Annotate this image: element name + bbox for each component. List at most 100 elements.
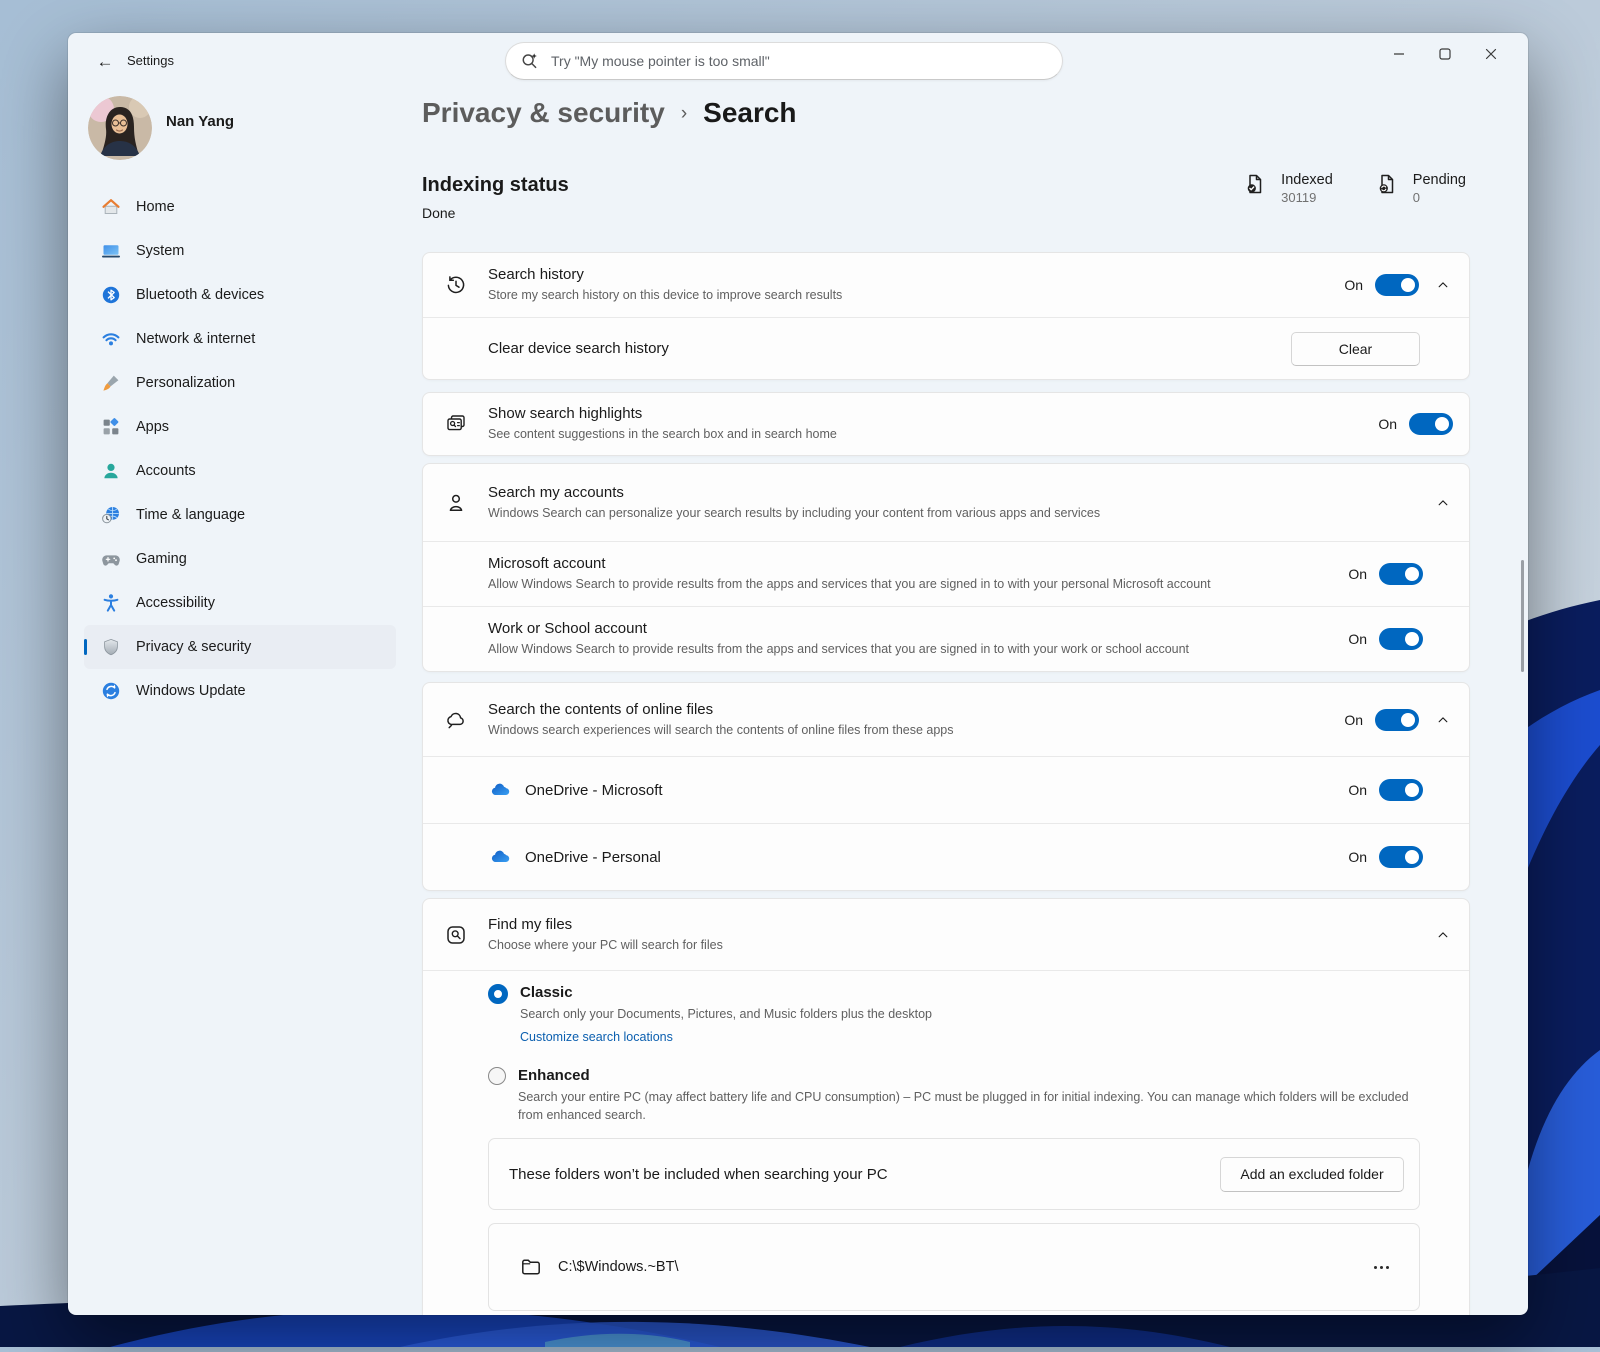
enhanced-option[interactable]: Enhanced Search your entire PC (may affe… <box>488 1066 1420 1124</box>
sidebar-item-network[interactable]: Network & internet <box>84 317 396 361</box>
sidebar-item-system[interactable]: System <box>84 229 396 273</box>
radio-label: Classic <box>520 984 573 1001</box>
indexing-status-value: Done <box>422 205 456 221</box>
apps-icon <box>100 417 121 438</box>
sidebar-item-accessibility[interactable]: Accessibility <box>84 581 396 625</box>
clear-history-label: Clear device search history <box>488 340 669 357</box>
search-accounts-card: Search my accounts Windows Search can pe… <box>422 463 1470 672</box>
history-icon <box>444 273 468 297</box>
breadcrumb-parent[interactable]: Privacy & security <box>422 97 665 129</box>
microsoft-account-toggle[interactable] <box>1379 563 1423 585</box>
search-highlights-card: Show search highlights See content sugge… <box>422 392 1470 456</box>
onedrive-icon <box>489 778 513 802</box>
more-options-icon[interactable] <box>1374 1265 1389 1269</box>
search-accounts-header[interactable]: Search my accounts Windows Search can pe… <box>423 464 1469 541</box>
row-title: OneDrive - Microsoft <box>525 781 663 799</box>
indexed-stat: Indexed 30119 <box>1243 172 1333 205</box>
sidebar-item-privacy-security[interactable]: Privacy & security <box>84 625 396 669</box>
pending-label: Pending <box>1412 172 1466 188</box>
row-title: Search the contents of online files <box>488 700 714 718</box>
add-excluded-folder-button[interactable]: Add an excluded folder <box>1220 1156 1404 1192</box>
sidebar-item-personalization[interactable]: Personalization <box>84 361 396 405</box>
sidebar-item-windows-update[interactable]: Windows Update <box>84 669 396 713</box>
row-description: See content suggestions in the search bo… <box>488 427 837 441</box>
sidebar-item-label: Accessibility <box>136 595 215 611</box>
row-description: Allow Windows Search to provide results … <box>488 577 1211 591</box>
excluded-folders-label: These folders won’t be included when sea… <box>509 1165 888 1183</box>
page-title: Search <box>703 97 797 128</box>
chevron-up-icon[interactable] <box>1433 275 1453 295</box>
scrollbar-thumb[interactable] <box>1521 560 1524 672</box>
clear-button[interactable]: Clear <box>1291 331 1420 366</box>
find-my-files-card: Find my files Choose where your PC will … <box>422 898 1470 1315</box>
avatar[interactable] <box>88 96 152 160</box>
sidebar-item-label: Bluetooth & devices <box>136 287 265 303</box>
chevron-up-icon[interactable] <box>1433 925 1453 945</box>
indexing-status-title: Indexing status <box>422 174 569 196</box>
clear-history-row: Clear device search history Clear <box>423 318 1469 379</box>
sidebar-item-accounts[interactable]: Accounts <box>84 449 396 493</box>
search-history-toggle[interactable] <box>1375 274 1419 296</box>
breadcrumb-separator-icon: › <box>680 103 688 124</box>
onedrive-personal-toggle[interactable] <box>1379 846 1423 868</box>
row-description: Store my search history on this device t… <box>488 288 843 302</box>
sidebar-item-label: Home <box>136 199 175 215</box>
work-school-account-toggle[interactable] <box>1379 628 1423 650</box>
excluded-folder-row[interactable]: C:\$Windows.~BT\ <box>488 1223 1420 1311</box>
online-files-header[interactable]: Search the contents of online files Wind… <box>423 683 1469 756</box>
search-input[interactable] <box>549 52 1048 70</box>
chevron-up-icon[interactable] <box>1433 710 1453 730</box>
sidebar-item-bluetooth[interactable]: Bluetooth & devices <box>84 273 396 317</box>
accounts-icon <box>100 461 121 482</box>
cloud-search-icon <box>444 708 468 732</box>
onedrive-microsoft-toggle[interactable] <box>1379 779 1423 801</box>
folder-icon <box>522 1259 540 1275</box>
chevron-up-icon[interactable] <box>1433 493 1453 513</box>
row-title: Find my files <box>488 915 573 933</box>
back-button[interactable]: ← <box>90 47 120 77</box>
maximize-icon <box>1439 48 1451 60</box>
microsoft-account-row: Microsoft account Allow Windows Search t… <box>423 542 1469 606</box>
sidebar-item-label: Apps <box>136 419 170 435</box>
close-button[interactable] <box>1468 37 1514 71</box>
sidebar-item-label: Network & internet <box>136 331 256 347</box>
onedrive-microsoft-row: OneDrive - Microsoft On <box>423 757 1469 823</box>
classic-option[interactable]: Classic Search only your Documents, Pict… <box>488 983 1420 1046</box>
row-title: OneDrive - Personal <box>525 848 661 866</box>
settings-search-box[interactable] <box>505 42 1063 80</box>
minimize-button[interactable] <box>1376 37 1422 71</box>
indexing-stats: Indexed 30119 Pending 0 <box>1243 172 1466 205</box>
toggle-state-label: On <box>1348 566 1367 582</box>
sidebar-item-home[interactable]: Home <box>84 185 396 229</box>
shield-icon <box>100 637 121 658</box>
windows-update-icon <box>100 681 121 702</box>
app-title: Settings <box>127 53 174 68</box>
classic-radio[interactable] <box>488 984 508 1004</box>
enhanced-radio[interactable] <box>488 1067 506 1085</box>
pending-value: 0 <box>1412 190 1421 205</box>
toggle-state-label: On <box>1348 631 1367 647</box>
row-description: Allow Windows Search to provide results … <box>488 642 1190 656</box>
close-icon <box>1485 48 1497 60</box>
sidebar-item-label: Accounts <box>136 463 196 479</box>
customize-search-locations-link[interactable]: Customize search locations <box>520 1030 673 1044</box>
row-title: Show search highlights <box>488 405 643 422</box>
sidebar-item-apps[interactable]: Apps <box>84 405 396 449</box>
settings-window: ← Settings Try "My mouse pointer is too … <box>68 33 1528 1315</box>
search-highlights-row: Show search highlights See content sugge… <box>423 393 1469 455</box>
sidebar-item-gaming[interactable]: Gaming <box>84 537 396 581</box>
row-title: Search my accounts <box>488 483 624 501</box>
online-files-toggle[interactable] <box>1375 708 1419 731</box>
find-my-files-header[interactable]: Find my files Choose where your PC will … <box>423 899 1469 970</box>
maximize-button[interactable] <box>1422 37 1468 71</box>
indexed-label: Indexed <box>1281 172 1333 188</box>
home-icon <box>100 197 121 218</box>
excluded-folder-path: C:\$Windows.~BT\ <box>558 1259 679 1275</box>
row-description: Windows search experiences will search t… <box>488 722 954 737</box>
search-history-row[interactable]: Search history Store my search history o… <box>423 253 1469 317</box>
sidebar-item-time-language[interactable]: Time & language <box>84 493 396 537</box>
toggle-state-label: On <box>1344 277 1363 293</box>
network-icon <box>100 329 121 350</box>
search-highlights-toggle[interactable] <box>1409 413 1453 435</box>
document-check-icon <box>1247 174 1262 194</box>
